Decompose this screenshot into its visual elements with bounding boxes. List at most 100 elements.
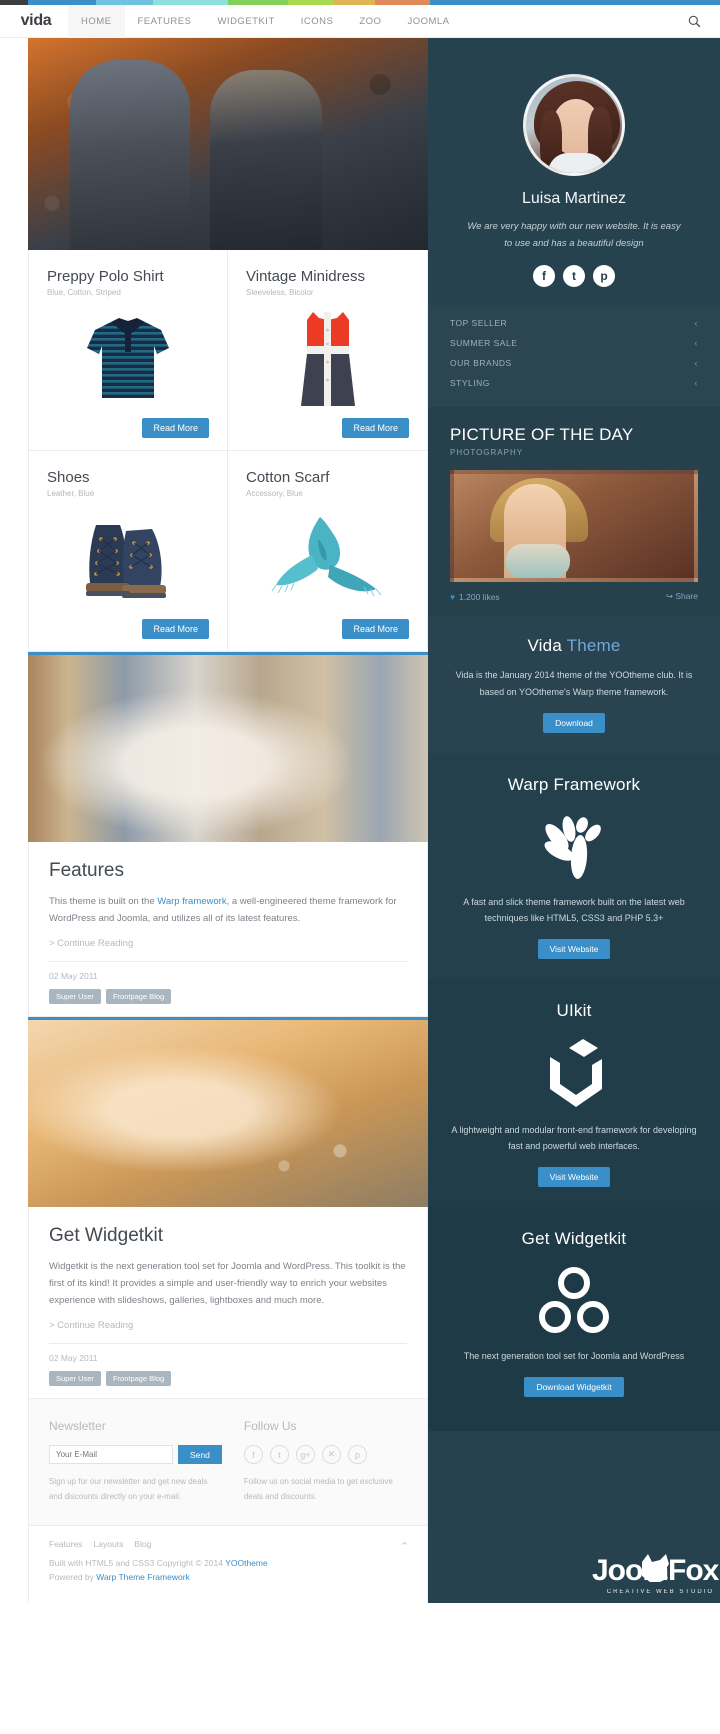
brand-tagline: CREATIVE WEB STUDIO bbox=[606, 1588, 714, 1595]
nav-item-widgetkit[interactable]: WIDGETKIT bbox=[204, 5, 287, 38]
download-widgetkit-button[interactable]: Download Widgetkit bbox=[524, 1376, 624, 1397]
newsletter-text: Sign up for our newsletter and get new d… bbox=[49, 1477, 208, 1501]
warp-leaf-icon bbox=[450, 811, 698, 883]
profile-quote: We are very happy with our new website. … bbox=[467, 221, 681, 249]
sidebar-item-label: STYLING bbox=[450, 378, 490, 389]
likes-label: 1.200 likes bbox=[459, 591, 500, 602]
product-subtitle: Sleeveless, Bicolor bbox=[246, 288, 314, 297]
nav-item-features[interactable]: FEATURES bbox=[125, 5, 205, 38]
read-more-button[interactable]: Read More bbox=[142, 619, 209, 639]
vida-title-a: Vida bbox=[527, 636, 562, 656]
sidebar: Luisa Martinez We are very happy with ou… bbox=[428, 38, 720, 1603]
read-more-button[interactable]: Read More bbox=[342, 418, 409, 438]
potd-title: PICTURE OF THE DAY bbox=[450, 425, 634, 445]
warp-body: A fast and slick theme framework built o… bbox=[463, 896, 685, 924]
follow-text: Follow us on social media to get exclusi… bbox=[243, 1477, 393, 1501]
flickr-icon[interactable]: ✕ bbox=[321, 1445, 341, 1465]
read-more-button[interactable]: Read More bbox=[142, 418, 209, 438]
product-card[interactable]: Shoes Leather, Blue Read More bbox=[29, 451, 228, 652]
google-plus-icon[interactable]: g+ bbox=[295, 1445, 315, 1465]
uikit-title: UIkit bbox=[556, 1000, 592, 1020]
site-logo[interactable]: vida bbox=[0, 12, 68, 30]
pinterest-icon[interactable]: p bbox=[593, 265, 615, 288]
product-title: Preppy Polo Shirt bbox=[47, 268, 164, 285]
search-icon[interactable] bbox=[684, 11, 704, 31]
profile-name: Luisa Martinez bbox=[521, 190, 627, 207]
product-card[interactable]: Vintage Minidress Sleeveless, Bicolor Re… bbox=[228, 250, 427, 451]
nav-item-zoo[interactable]: ZOO bbox=[346, 5, 394, 38]
uikit-body: A lightweight and modular front-end fram… bbox=[451, 1124, 697, 1152]
sidebar-item-styling[interactable]: STYLING ‹ bbox=[428, 373, 720, 393]
footer-links: Features Layouts Blog bbox=[49, 1539, 407, 1549]
product-card[interactable]: Preppy Polo Shirt Blue, Cotton, Striped … bbox=[29, 250, 228, 451]
download-button[interactable]: Download bbox=[543, 712, 605, 733]
article-date: 02 May 2011 bbox=[49, 971, 98, 982]
nav-item-home[interactable]: HOME bbox=[68, 4, 125, 38]
warp-framework-widget: Warp Framework A fast and slick theme fr… bbox=[428, 752, 720, 979]
sidebar-menu: TOP SELLER ‹ SUMMER SALE ‹ OUR BRANDS ‹ … bbox=[428, 305, 720, 408]
warp-theme-framework-link[interactable]: Warp Theme Framework bbox=[96, 1572, 190, 1582]
visit-website-button[interactable]: Visit Website bbox=[537, 1167, 611, 1188]
sidebar-item-summer-sale[interactable]: SUMMER SALE ‹ bbox=[428, 333, 720, 353]
newsletter-title: Newsletter bbox=[49, 1419, 106, 1434]
continue-reading-link[interactable]: > Continue Reading bbox=[49, 1320, 407, 1331]
tag-author[interactable]: Super User bbox=[49, 1371, 101, 1387]
chevron-left-icon: ‹ bbox=[694, 338, 698, 349]
twitter-icon[interactable]: t bbox=[563, 265, 585, 288]
footer-link-features[interactable]: Features bbox=[49, 1539, 83, 1549]
continue-reading-link[interactable]: > Continue Reading bbox=[49, 938, 407, 949]
footer-link-blog[interactable]: Blog bbox=[134, 1539, 151, 1549]
chevron-up-icon[interactable]: ⌃ bbox=[400, 1540, 409, 1553]
sidebar-item-our-brands[interactable]: OUR BRANDS ‹ bbox=[428, 353, 720, 373]
follow-widget: Follow Us f t g+ ✕ p Follow us on social… bbox=[243, 1419, 407, 1505]
send-button[interactable]: Send bbox=[178, 1445, 222, 1465]
widgetkit-body: The next generation tool set for Joomla … bbox=[463, 1351, 685, 1362]
minidress-image bbox=[246, 303, 409, 413]
features-article-image bbox=[28, 652, 428, 842]
email-field[interactable] bbox=[49, 1445, 173, 1465]
chevron-left-icon: ‹ bbox=[694, 378, 698, 389]
visit-website-button[interactable]: Visit Website bbox=[537, 938, 611, 959]
warp-framework-link[interactable]: Warp framework bbox=[157, 896, 226, 907]
product-grid: Preppy Polo Shirt Blue, Cotton, Striped … bbox=[28, 250, 428, 652]
potd-footer: ♥ 1.200 likes ↪ Share bbox=[450, 591, 698, 602]
copyright-text: Built with HTML5 and CSS3 Copyright © 20… bbox=[49, 1556, 407, 1570]
tag-category[interactable]: Frontpage Blog bbox=[105, 989, 172, 1005]
article-title: Features bbox=[49, 860, 124, 881]
potd-image[interactable] bbox=[450, 470, 698, 583]
facebook-icon[interactable]: f bbox=[243, 1445, 263, 1465]
article-body: This theme is built on the Warp framewor… bbox=[49, 894, 407, 927]
widgetkit-article: Get Widgetkit Widgetkit is the next gene… bbox=[28, 1207, 428, 1400]
site-header: vida HOME FEATURES WIDGETKIT ICONS ZOO J… bbox=[0, 4, 720, 38]
article-date: 02 May 2011 bbox=[49, 1353, 98, 1364]
share-button[interactable]: ↪ Share bbox=[666, 591, 698, 602]
twitter-icon[interactable]: t bbox=[269, 1445, 289, 1465]
product-card[interactable]: Cotton Scarf Accessory, Blue Read More bbox=[228, 451, 427, 652]
likes-count[interactable]: ♥ 1.200 likes bbox=[450, 592, 500, 602]
product-subtitle: Leather, Blue bbox=[47, 489, 95, 498]
product-title: Shoes bbox=[47, 469, 90, 486]
read-more-button[interactable]: Read More bbox=[342, 619, 409, 639]
potd-subtitle: PHOTOGRAPHY bbox=[450, 448, 524, 458]
share-label: Share bbox=[675, 591, 698, 602]
vida-title: Vida Theme bbox=[450, 636, 698, 656]
facebook-icon[interactable]: f bbox=[533, 265, 555, 288]
article-tags: Super User Frontpage Blog bbox=[49, 989, 407, 1005]
tag-author[interactable]: Super User bbox=[49, 989, 101, 1005]
sidebar-item-top-seller[interactable]: TOP SELLER ‹ bbox=[428, 313, 720, 333]
nav-item-icons[interactable]: ICONS bbox=[288, 5, 347, 38]
pinterest-icon[interactable]: p bbox=[347, 1445, 367, 1465]
follow-title: Follow Us bbox=[243, 1419, 297, 1434]
tag-category[interactable]: Frontpage Blog bbox=[105, 1371, 172, 1387]
widgetkit-circles-icon bbox=[450, 1265, 698, 1337]
joomfox-brand: JoomFox CREATIVE WEB STUDIO bbox=[592, 1553, 719, 1595]
footer-link-layouts[interactable]: Layouts bbox=[94, 1539, 124, 1549]
scarf-image bbox=[246, 504, 409, 614]
divider bbox=[49, 961, 407, 963]
product-title: Vintage Minidress bbox=[246, 268, 365, 285]
nav-item-joomla[interactable]: JOOMLA bbox=[394, 5, 462, 38]
yootheme-link[interactable]: YOOtheme bbox=[225, 1558, 268, 1568]
main-column: Preppy Polo Shirt Blue, Cotton, Striped … bbox=[0, 38, 428, 1603]
profile-socials: f t p bbox=[450, 265, 698, 288]
powered-pre: Powered by bbox=[49, 1572, 97, 1583]
